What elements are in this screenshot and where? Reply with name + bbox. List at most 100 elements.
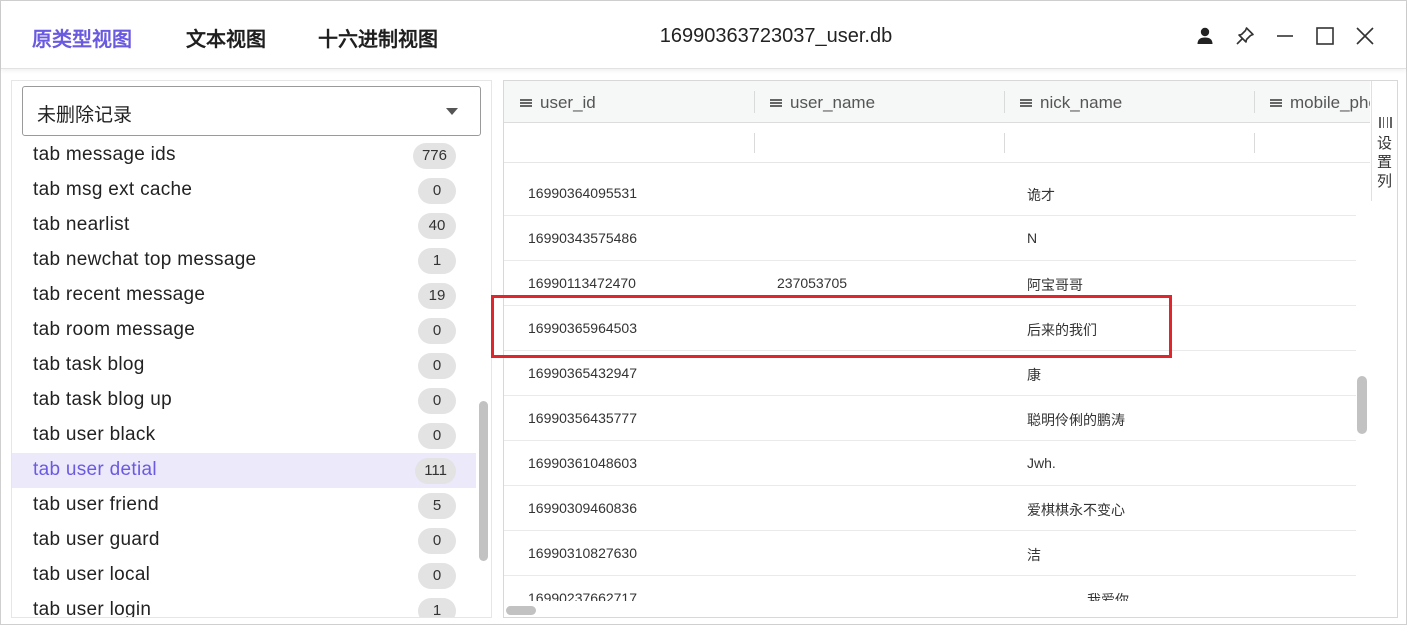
column-label: user_id [540,93,596,112]
grid-horizontal-scrollbar[interactable] [506,606,536,615]
cell-nick-name: 康 [1027,367,1041,383]
count-badge: 40 [418,213,456,239]
table-name: tab task blog [33,354,145,375]
table-item[interactable]: tab nearlist 40 [12,208,476,243]
table-row[interactable]: 16990364095531 诡才 [504,171,1356,216]
count-badge: 0 [418,318,456,344]
count-badge: 0 [418,563,456,589]
table-row[interactable]: 16990310827630 洁 [504,531,1356,576]
table-item[interactable]: tab user guard 0 [12,523,476,558]
grid-rows: 16990364095531 诡才 16990343575486 N 1699011… [504,171,1356,601]
column-divider [754,133,755,153]
title-bar: 原类型视图 文本视图 十六进制视图 16990363723037_user.db [1,1,1406,69]
table-list: tab message ids 776 tab msg ext cache 0 ta… [12,138,476,617]
user-button[interactable] [1192,23,1218,49]
tab-hex-view[interactable]: 十六进制视图 [318,23,438,52]
chevron-down-icon [446,108,458,115]
cell-nick-name: N [1027,230,1038,246]
cell-user-id: 16990365964503 [528,320,638,336]
grid-filter-row[interactable] [504,123,1370,163]
tab-original-type-view[interactable]: 原类型视图 [32,23,132,52]
table-item[interactable]: tab user black 0 [12,418,476,453]
grid-header: user_id user_name nick_name mobile_phone [504,81,1370,123]
table-row[interactable]: 16990361048603 Jwh. [504,441,1356,486]
cell-nick-name: 后来的我们 [1027,322,1097,338]
table-name: tab message ids [33,144,176,165]
table-name: tab newchat top message [33,249,257,270]
count-badge: 0 [418,423,456,449]
column-divider [754,91,755,113]
grid-vertical-scrollbar[interactable] [1357,376,1367,434]
column-header-nick-name[interactable]: nick_name [1004,81,1254,123]
table-row[interactable]: 16990113472470 237053705 阿宝哥哥 [504,261,1356,306]
table-row[interactable]: 16990237662717 我爱你 [504,576,1356,601]
cell-user-name: 237053705 [777,275,848,291]
record-filter-select[interactable]: 未删除记录 [22,86,481,136]
cell-user-id: 16990309460836 [528,500,638,516]
table-item[interactable]: tab user local 0 [12,558,476,593]
table-name: tab room message [33,319,196,340]
column-menu-icon [520,99,532,107]
column-menu-icon [770,99,782,107]
table-item[interactable]: tab message ids 776 [12,138,476,173]
close-button[interactable] [1352,23,1378,49]
table-row[interactable]: 16990365432947 康 [504,351,1356,396]
table-row[interactable]: 16990309460836 爱棋棋永不变心 [504,486,1356,531]
column-divider [1254,133,1255,153]
cell-user-id: 16990356435777 [528,410,638,426]
count-badge: 19 [418,283,456,309]
cell-user-id: 16990237662717 [528,590,638,601]
count-badge: 5 [418,493,456,519]
tab-text-view[interactable]: 文本视图 [186,23,266,52]
table-item[interactable]: tab user login 1 [12,593,476,617]
maximize-icon [1316,27,1334,45]
window-title: 16990363723037_user.db [659,25,893,47]
table-item-selected[interactable]: tab user detial 111 [12,453,476,488]
cell-nick-name: 洁 [1027,547,1041,563]
cell-user-id: 16990343575486 [528,230,638,246]
table-name: tab user guard [33,529,160,550]
table-name: tab user friend [33,494,159,515]
table-item[interactable]: tab newchat top message 1 [12,243,476,278]
record-filter-value: 未删除记录 [37,104,133,126]
count-badge: 1 [418,598,456,617]
table-row[interactable]: 16990343575486 N [504,216,1356,261]
table-item[interactable]: tab msg ext cache 0 [12,173,476,208]
cell-user-id: 16990310827630 [528,545,638,561]
table-item[interactable]: tab room message 0 [12,313,476,348]
column-divider [1004,91,1005,113]
table-item[interactable]: tab task blog 0 [12,348,476,383]
table-item[interactable]: tab recent message 19 [12,278,476,313]
count-badge: 0 [418,353,456,379]
column-menu-icon [1020,99,1032,107]
pin-button[interactable] [1232,23,1258,49]
table-name: tab recent message [33,284,206,305]
table-name: tab user local [33,564,151,585]
table-row-highlighted[interactable]: 16990365964503 后来的我们 [504,306,1356,351]
cell-user-id: 16990364095531 [528,185,638,201]
pin-icon [1236,27,1254,45]
cell-nick-name: 聪明伶俐的鹏涛 [1027,412,1125,428]
column-header-user-id[interactable]: user_id [504,81,754,123]
table-list-scrollbar[interactable] [479,401,488,561]
column-divider [1254,91,1255,113]
cell-user-id: 16990365432947 [528,365,638,381]
table-list-panel: 未删除记录 tab message ids 776 tab msg ext cac… [11,80,492,618]
column-settings-button[interactable]: 设置列 [1371,81,1397,201]
column-menu-icon [1270,99,1282,107]
column-header-user-name[interactable]: user_name [754,81,1004,123]
minimize-button[interactable] [1272,23,1298,49]
column-label: nick_name [1040,93,1123,112]
count-badge: 776 [412,143,456,169]
column-divider [1004,133,1005,153]
count-badge: 0 [418,388,456,414]
column-label: mobile_phone [1290,93,1370,112]
maximize-button[interactable] [1312,23,1338,49]
columns-icon [1379,117,1392,128]
column-header-mobile-phone[interactable]: mobile_phone [1254,81,1370,123]
minimize-icon [1277,35,1293,37]
table-item[interactable]: tab task blog up 0 [12,383,476,418]
cell-nick-name: 爱棋棋永不变心 [1027,502,1125,518]
table-item[interactable]: tab user friend 5 [12,488,476,523]
table-row[interactable]: 16990356435777 聪明伶俐的鹏涛 [504,396,1356,441]
